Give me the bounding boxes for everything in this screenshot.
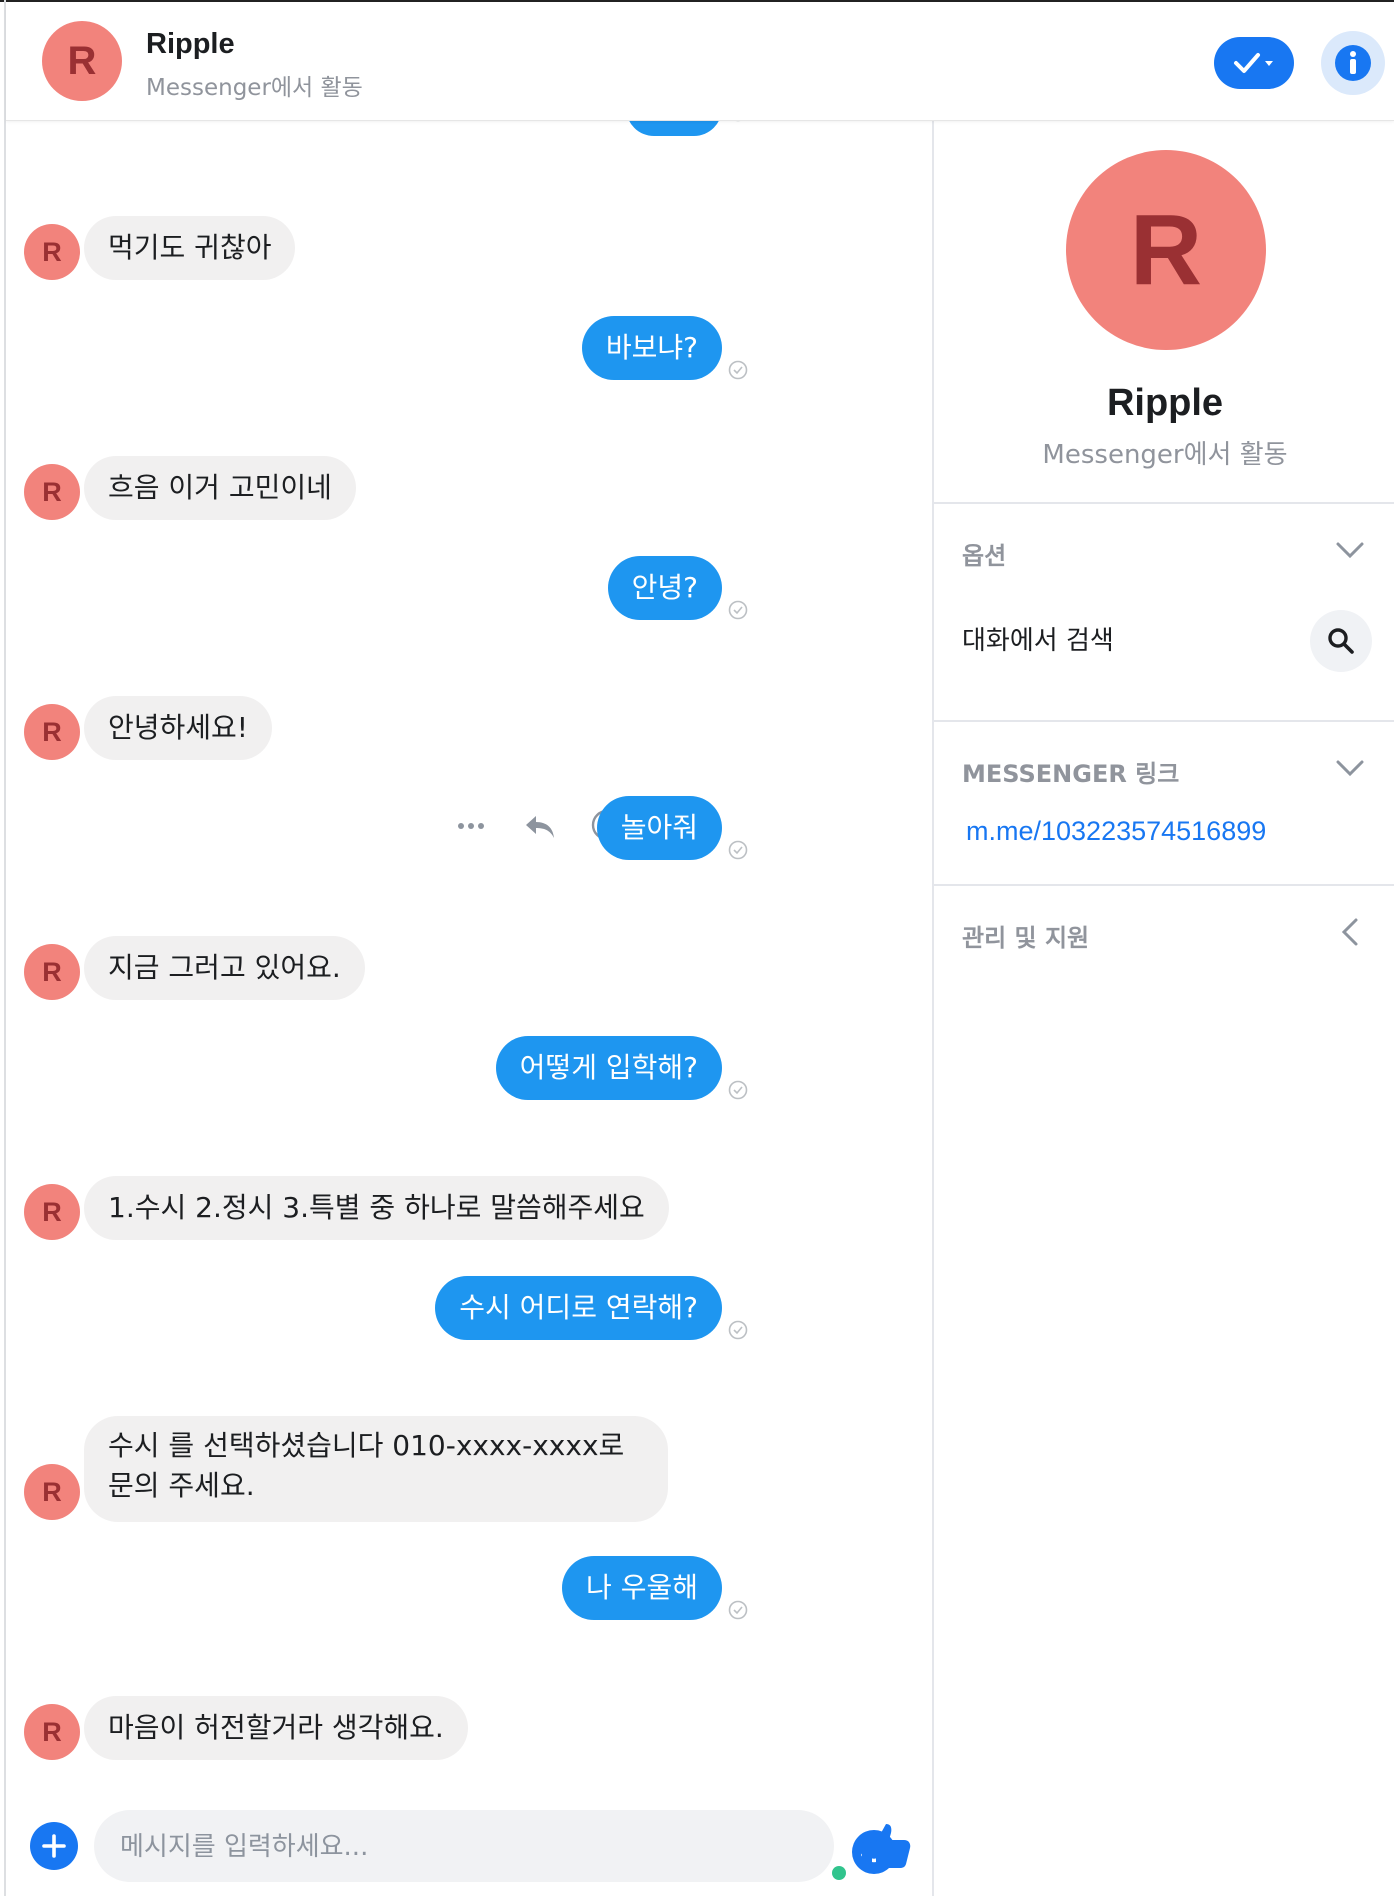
message-bubble-partial[interactable] [626, 120, 722, 136]
manage-support-section-title[interactable]: 관리 및 지원 [962, 918, 1089, 953]
message-list[interactable]: R 먹기도 귀찮아 바보냐? R 흐음 이거 고민이네 안녕? R 안녕하세요!… [6, 120, 932, 1800]
divider [934, 884, 1394, 886]
read-receipt-icon [728, 1320, 748, 1340]
contact-name[interactable]: Ripple [146, 28, 235, 61]
message-text-line: 문의 주세요. [108, 1469, 255, 1502]
read-receipt-icon [728, 1600, 748, 1620]
read-receipt-icon [728, 1080, 748, 1100]
outgoing-message[interactable]: 안녕? [607, 556, 722, 620]
read-receipt-icon [728, 360, 748, 380]
search-in-conversation-label[interactable]: 대화에서 검색 [962, 620, 1114, 657]
avatar[interactable]: R [24, 1184, 80, 1240]
avatar[interactable]: R [24, 944, 80, 1000]
incoming-message[interactable]: 수시 를 선택하셨습니다 010-xxxx-xxxx로 문의 주세요. [84, 1416, 668, 1522]
typing-indicator-dot [832, 1866, 846, 1880]
contact-status: Messenger에서 활동 [146, 75, 363, 101]
outgoing-message[interactable]: 놀아줘 [596, 796, 722, 860]
divider [934, 502, 1394, 504]
info-icon [1335, 45, 1371, 81]
avatar[interactable]: R [1066, 150, 1266, 350]
chevron-left-icon[interactable] [1334, 916, 1366, 948]
incoming-message[interactable]: 먹기도 귀찮아 [84, 216, 296, 280]
add-attachment-button[interactable] [30, 1822, 78, 1870]
outgoing-message[interactable]: 바보냐? [581, 316, 722, 380]
chevron-down-icon[interactable] [1334, 534, 1366, 566]
checkmark-dropdown-icon [1234, 53, 1273, 73]
conversation-header: R Ripple Messenger에서 활동 [6, 2, 1394, 121]
incoming-message[interactable]: 마음이 허전할거라 생각해요. [84, 1696, 468, 1760]
outgoing-message[interactable]: 어떻게 입학해? [495, 1036, 722, 1100]
divider [934, 720, 1394, 722]
incoming-message[interactable]: 1.수시 2.정시 3.특별 중 하나로 말씀해주세요 [84, 1176, 669, 1240]
messenger-link-section-title[interactable]: MESSENGER 링크 [962, 754, 1179, 789]
contact-status: Messenger에서 활동 [1042, 440, 1288, 470]
message-actions [446, 806, 623, 846]
contact-info-panel: R Ripple Messenger에서 활동 옵션 대화에서 검색 MESSE… [932, 120, 1394, 1896]
message-input[interactable] [118, 1810, 722, 1884]
info-button[interactable] [1321, 31, 1385, 95]
incoming-message[interactable]: 지금 그러고 있어요. [84, 936, 365, 1000]
avatar[interactable]: R [42, 21, 122, 101]
read-receipt-icon [728, 840, 748, 860]
message-composer [6, 1800, 932, 1896]
search-in-conversation-button[interactable] [1310, 610, 1372, 672]
read-receipt-icon [728, 600, 748, 620]
incoming-message[interactable]: 안녕하세요! [84, 696, 273, 760]
outgoing-message[interactable]: 수시 어디로 연락해? [435, 1276, 722, 1340]
incoming-message[interactable]: 흐음 이거 고민이네 [84, 456, 356, 520]
message-input-container[interactable] [94, 1810, 896, 1884]
options-section-title[interactable]: 옵션 [962, 536, 1006, 571]
plus-icon [42, 1834, 66, 1858]
avatar[interactable]: R [24, 704, 80, 760]
avatar[interactable]: R [24, 1704, 80, 1760]
outgoing-message[interactable]: 나 우울해 [562, 1556, 722, 1620]
chevron-down-icon[interactable] [1334, 752, 1366, 784]
messenger-link[interactable]: m.me/103223574516899 [966, 816, 1266, 847]
message-text-line: 수시 를 선택하셨습니다 010-xxxx-xxxx로 [108, 1429, 625, 1462]
search-icon [1328, 628, 1354, 654]
reply-icon[interactable] [522, 808, 558, 844]
contact-name: Ripple [1106, 382, 1224, 424]
avatar[interactable]: R [24, 1464, 80, 1520]
avatar[interactable]: R [24, 464, 80, 520]
checkmark-dropdown-button[interactable] [1214, 37, 1294, 89]
avatar[interactable]: R [24, 224, 80, 280]
more-icon[interactable] [456, 816, 486, 836]
thumbs-up-icon[interactable] [858, 1818, 914, 1874]
